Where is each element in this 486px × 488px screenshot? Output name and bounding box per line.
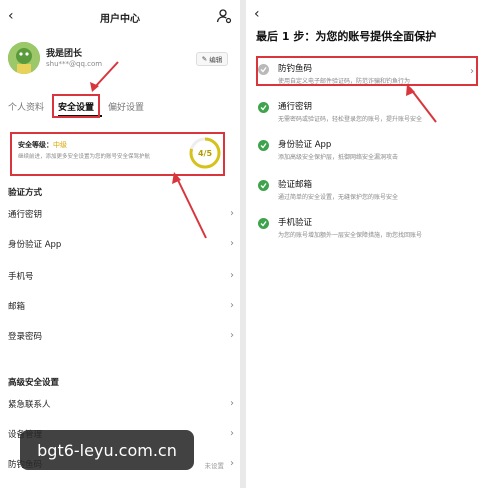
option-title: 身份验证 App <box>278 140 332 150</box>
chevron-right-icon: › <box>230 398 234 409</box>
row-passkey[interactable]: 通行密钥 › <box>8 208 234 224</box>
option-title: 手机验证 <box>278 218 313 228</box>
edit-label: 编辑 <box>209 56 223 64</box>
header: ‹ 用户中心 <box>0 0 240 34</box>
option-title: 通行密钥 <box>278 102 313 112</box>
security-card-highlight-box <box>10 132 225 176</box>
row-emergency-contact[interactable]: 紧急联系人 › <box>8 398 234 414</box>
check-circle-icon <box>258 218 269 229</box>
option-desc: 添加高级安全保护层，抵御网络安全漏洞攻击 <box>278 154 399 161</box>
user-settings-icon[interactable] <box>216 8 232 24</box>
tab-preferences[interactable]: 偏好设置 <box>108 100 144 113</box>
check-circle-icon <box>258 140 269 151</box>
tab-profile[interactable]: 个人资料 <box>8 100 44 113</box>
protection-steps-panel: ‹ 最后 1 步：为您的账号提供全面保护 防钓鱼码 使用自定义电子邮件验证码，防… <box>246 0 486 488</box>
option-desc: 为您的账号增加额外一层安全保障措施，助您找回账号 <box>278 232 423 239</box>
check-circle-icon <box>258 180 269 191</box>
chevron-right-icon: › <box>230 428 234 439</box>
pencil-icon: ✎ <box>201 55 208 63</box>
row-label: 登录密码 <box>8 332 43 342</box>
row-status: 未设置 <box>204 462 225 470</box>
chevron-right-icon: › <box>230 270 234 281</box>
option-desc: 无需密码或验证码，轻松登录您的账号，提升账号安全 <box>278 116 423 123</box>
profile-block: 我是团长 shu***@qq.com ✎ 编辑 <box>8 42 232 82</box>
chevron-right-icon: › <box>230 330 234 341</box>
option-highlight-box <box>256 56 478 86</box>
page-title: 最后 1 步：为您的账号提供全面保护 <box>256 30 437 43</box>
avatar[interactable] <box>8 42 40 74</box>
option-verify-phone[interactable]: 手机验证 为您的账号增加额外一层安全保障措施，助您找回账号 <box>256 214 478 246</box>
row-label: 手机号 <box>8 272 34 282</box>
section-advanced-title: 高级安全设置 <box>8 378 60 388</box>
user-center-panel: ‹ 用户中心 我是团长 shu***@qq.com ✎ 编辑 个人资料 安全设置 <box>0 0 240 488</box>
chevron-right-icon: › <box>230 458 234 469</box>
section-verify-title: 验证方式 <box>8 188 43 198</box>
check-circle-icon <box>258 102 269 113</box>
tab-bar: 个人资料 安全设置 偏好设置 <box>8 98 232 117</box>
row-email[interactable]: 邮箱 › <box>8 300 234 316</box>
option-desc: 通过简单的安全设置，无缝保护您的账号安全 <box>278 194 399 201</box>
row-login-password[interactable]: 登录密码 › <box>8 330 234 346</box>
back-icon[interactable]: ‹ <box>254 6 260 22</box>
chevron-right-icon: › <box>230 300 234 311</box>
option-authenticator-app[interactable]: 身份验证 App 添加高级安全保护层，抵御网络安全漏洞攻击 <box>256 136 478 168</box>
row-label: 身份验证 App <box>8 240 62 250</box>
option-verify-email[interactable]: 验证邮箱 通过简单的安全设置，无缝保护您的账号安全 <box>256 176 478 208</box>
option-passkey[interactable]: 通行密钥 无需密码或验证码，轻松登录您的账号，提升账号安全 <box>256 98 478 130</box>
option-title: 验证邮箱 <box>278 180 313 190</box>
watermark: bgt6-leyu.com.cn <box>20 430 194 470</box>
row-phone[interactable]: 手机号 › <box>8 270 234 286</box>
row-label: 邮箱 <box>8 302 26 312</box>
user-name: 我是团长 <box>46 49 83 59</box>
user-email: shu***@qq.com <box>46 60 103 68</box>
page-title: 用户中心 <box>100 14 140 25</box>
edit-profile-button[interactable]: ✎ 编辑 <box>196 52 228 66</box>
row-label: 通行密钥 <box>8 210 43 220</box>
chevron-right-icon: › <box>230 208 234 219</box>
tab-highlight-box <box>52 94 100 118</box>
row-label: 紧急联系人 <box>8 400 51 410</box>
row-authenticator-app[interactable]: 身份验证 App › <box>8 238 234 254</box>
chevron-right-icon: › <box>230 238 234 249</box>
